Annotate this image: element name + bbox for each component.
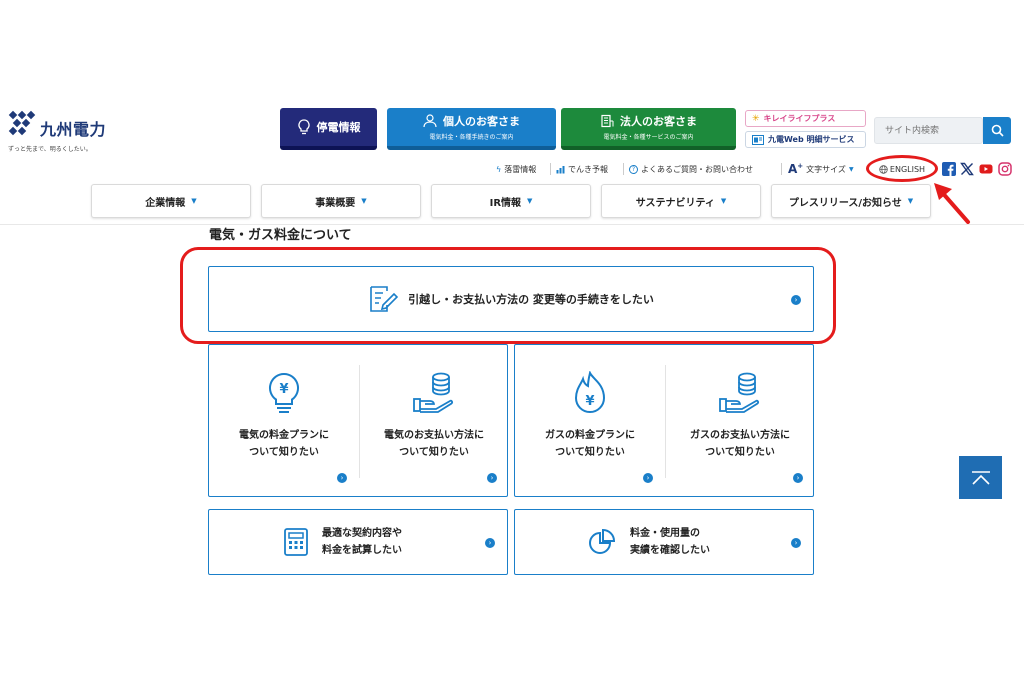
corporate-title: 法人のお客さま xyxy=(620,115,697,128)
chevron-right-icon: › xyxy=(337,473,347,483)
facebook-icon[interactable] xyxy=(942,161,956,176)
x-twitter-icon[interactable] xyxy=(960,161,974,176)
search-button[interactable] xyxy=(983,117,1011,144)
nav-ir-info[interactable]: IR情報 ▼ xyxy=(431,184,591,218)
instagram-icon[interactable] xyxy=(998,161,1012,176)
building-icon xyxy=(601,114,614,128)
question-icon: ? xyxy=(629,164,638,174)
chevron-right-icon: › xyxy=(485,538,495,548)
gas-payment-link[interactable]: ガスのお支払い方法に ついて知りたい › xyxy=(665,345,815,496)
usage-history-card[interactable]: 料金・使用量の 実績を確認したい › xyxy=(514,509,814,575)
annotation-rectangle xyxy=(180,247,836,344)
forecast-label: でんき予報 xyxy=(568,164,608,174)
caret-down-icon: ▼ xyxy=(720,197,727,205)
site-search-box[interactable] xyxy=(874,117,983,144)
document-icon xyxy=(752,134,764,145)
section-title: 電気・ガス料金について xyxy=(209,228,352,243)
electric-plan-label: 電気の料金プランに ついて知りたい xyxy=(239,430,329,458)
electric-payment-label: 電気のお支払い方法に ついて知りたい xyxy=(384,430,484,458)
outage-label: 停電情報 xyxy=(316,121,361,134)
nav-corporate-info[interactable]: 企業情報 ▼ xyxy=(91,184,251,218)
chevron-right-icon: › xyxy=(643,473,653,483)
electric-payment-link[interactable]: 電気のお支払い方法に ついて知りたい › xyxy=(359,345,509,496)
chart-icon xyxy=(556,165,565,173)
outage-info-button[interactable]: 停電情報 xyxy=(280,108,377,150)
nav-label: 企業情報 xyxy=(145,197,186,209)
kyuden-logo-icon xyxy=(8,110,36,136)
chevron-right-icon: › xyxy=(791,538,801,548)
kirei-life-plus-button[interactable]: ✳ キレイライフプラス xyxy=(745,110,866,127)
personal-subtitle: 電気料金・各種手続きのご案内 xyxy=(429,134,514,141)
lightning-info-link[interactable]: ϟ 落雷情報 xyxy=(496,161,536,177)
svg-text:¥: ¥ xyxy=(279,382,288,397)
caret-down-icon: ▼ xyxy=(527,197,533,205)
electricity-card-group: ¥ 電気の料金プランに ついて知りたい › 電気のお支払い方法に ついて知りたい… xyxy=(208,344,508,497)
search-icon xyxy=(991,124,1004,137)
caret-down-icon: ▼ xyxy=(361,197,367,205)
web-statement-label: 九電Web 明細サービス xyxy=(768,135,855,144)
calculator-icon xyxy=(284,528,308,556)
font-size-control[interactable]: A+ 文字サイズ ▼ xyxy=(788,161,854,177)
gas-plan-label: ガスの料金プランに ついて知りたい xyxy=(545,430,635,458)
sparkle-icon: ✳ xyxy=(752,113,760,124)
caret-down-icon: ▼ xyxy=(191,197,197,205)
chevron-up-icon xyxy=(971,470,990,485)
search-input[interactable] xyxy=(875,118,982,144)
gas-plan-link[interactable]: ¥ ガスの料金プランに ついて知りたい › xyxy=(515,345,665,496)
faq-contact-link[interactable]: ? よくあるご質問・お問い合わせ xyxy=(629,161,753,177)
kirei-label: キレイライフプラス xyxy=(763,114,836,123)
annotation-arrow-icon xyxy=(934,183,970,224)
pie-chart-icon xyxy=(589,528,616,554)
yen-flame-icon: ¥ xyxy=(574,371,606,413)
web-statement-button[interactable]: 九電Web 明細サービス xyxy=(745,131,866,148)
util-separator xyxy=(781,163,782,175)
nav-press-releases[interactable]: プレスリリース/お知らせ ▼ xyxy=(771,184,931,218)
nav-label: 事業概要 xyxy=(315,197,356,209)
person-icon xyxy=(423,114,437,128)
annotation-circle xyxy=(866,155,938,182)
util-separator xyxy=(623,163,624,175)
chevron-right-icon: › xyxy=(793,473,803,483)
chevron-right-icon: › xyxy=(487,473,497,483)
personal-customer-button[interactable]: 個人のお客さま 電気料金・各種手続きのご案内 xyxy=(387,108,556,150)
nav-label: IR情報 xyxy=(489,197,522,209)
util-separator xyxy=(550,163,551,175)
svg-text:¥: ¥ xyxy=(585,394,594,409)
font-size-label: 文字サイズ xyxy=(806,164,846,174)
back-to-top-button[interactable] xyxy=(959,456,1002,499)
caret-down-icon: ▼ xyxy=(848,165,854,173)
yen-bulb-icon: ¥ xyxy=(269,372,299,413)
coins-hand-icon xyxy=(719,372,760,413)
lightbulb-icon xyxy=(297,119,310,135)
header-divider xyxy=(0,224,1024,225)
nav-label: サステナビリティ xyxy=(635,197,715,209)
faq-label: よくあるご質問・お問い合わせ xyxy=(641,164,753,174)
font-size-icon: A+ xyxy=(788,162,804,176)
electric-plan-link[interactable]: ¥ 電気の料金プランに ついて知りたい › xyxy=(209,345,359,496)
corporate-subtitle: 電気料金・各種サービスのご案内 xyxy=(603,134,694,141)
gas-payment-label: ガスのお支払い方法に ついて知りたい xyxy=(690,430,790,458)
brand-tagline: ずっと先まで、明るくしたい。 xyxy=(8,146,92,153)
nav-sustainability[interactable]: サステナビリティ ▼ xyxy=(601,184,761,218)
brand-name: 九州電力 xyxy=(40,120,107,139)
nav-label: プレスリリース/お知らせ xyxy=(788,197,902,209)
personal-title: 個人のお客さま xyxy=(443,115,520,128)
contract-simulation-card[interactable]: 最適な契約内容や 料金を試算したい › xyxy=(208,509,508,575)
site-logo[interactable]: 九州電力 ずっと先まで、明るくしたい。 xyxy=(8,106,148,156)
nav-business-overview[interactable]: 事業概要 ▼ xyxy=(261,184,421,218)
usage-history-label: 料金・使用量の 実績を確認したい xyxy=(630,528,710,556)
electricity-forecast-link[interactable]: でんき予報 xyxy=(556,161,608,177)
coins-hand-icon xyxy=(413,372,454,413)
youtube-icon[interactable] xyxy=(979,161,993,175)
lightning-label: 落雷情報 xyxy=(504,164,537,174)
lightning-icon: ϟ xyxy=(496,164,502,174)
contract-simulation-label: 最適な契約内容や 料金を試算したい xyxy=(322,528,402,556)
gas-card-group: ¥ ガスの料金プランに ついて知りたい › ガスのお支払い方法に ついて知りたい… xyxy=(514,344,814,497)
caret-down-icon: ▼ xyxy=(907,197,914,205)
corporate-customer-button[interactable]: 法人のお客さま 電気料金・各種サービスのご案内 xyxy=(561,108,736,150)
